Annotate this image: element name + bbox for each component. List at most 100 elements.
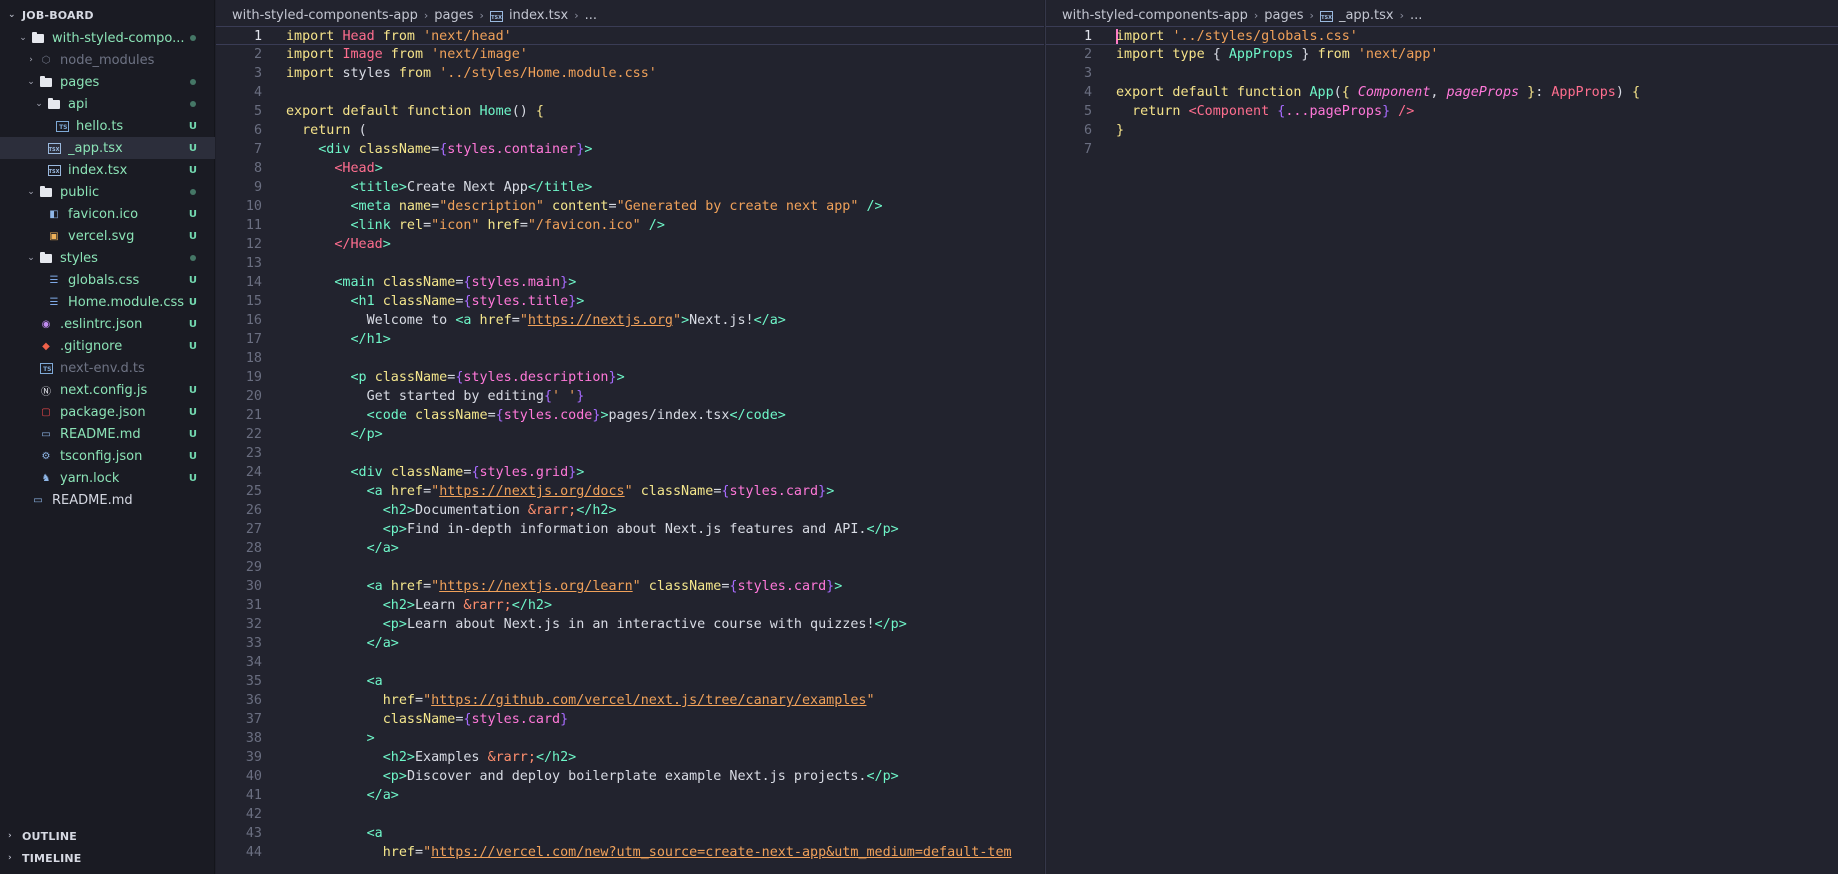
code-line[interactable]: 4 export default function App({ Component…: [1046, 83, 1838, 102]
code-area[interactable]: 1 import '../styles/globals.css' 2 import t…: [1046, 26, 1838, 159]
code-line[interactable]: 5 export default function Home() {: [216, 102, 1044, 121]
tree-file[interactable]: ◉ .eslintrc.json U: [0, 313, 215, 335]
code-line[interactable]: 25 <a href="https://nextjs.org/docs" cla…: [216, 482, 1044, 501]
code-line[interactable]: 38 >: [216, 729, 1044, 748]
tree-file[interactable]: ♞ yarn.lock U: [0, 467, 215, 489]
code-line[interactable]: 31 <h2>Learn &rarr;</h2>: [216, 596, 1044, 615]
tsx-icon-glyph: TSX: [47, 142, 61, 154]
tree-file[interactable]: ◧ favicon.ico U: [0, 203, 215, 225]
code-line[interactable]: 44 href="https://vercel.com/new?utm_sour…: [216, 843, 1044, 862]
ts-icon: TS: [38, 361, 54, 375]
breadcrumb-item[interactable]: _app.tsx: [1339, 8, 1394, 23]
tree-file[interactable]: TS hello.ts U: [0, 115, 215, 137]
code-line[interactable]: 39 <h2>Examples &rarr;</h2>: [216, 748, 1044, 767]
code-line[interactable]: 40 <p>Discover and deploy boilerplate ex…: [216, 767, 1044, 786]
tree-folder[interactable]: › ⬡ node_modules: [0, 49, 215, 71]
code-line[interactable]: 23: [216, 444, 1044, 463]
code-line[interactable]: 17 </h1>: [216, 330, 1044, 349]
code-text: </a>: [286, 539, 399, 558]
tree-file[interactable]: TSX _app.tsx U: [0, 137, 215, 159]
tree-file[interactable]: TS next-env.d.ts: [0, 357, 215, 379]
code-line[interactable]: 6}: [1046, 121, 1838, 140]
editor-pane-app[interactable]: with-styled-components-app › pages › TSX…: [1045, 0, 1838, 874]
code-line[interactable]: 15 <h1 className={styles.title}>: [216, 292, 1044, 311]
code-line[interactable]: 18: [216, 349, 1044, 368]
code-token: <p>: [382, 617, 407, 632]
breadcrumb-item[interactable]: ...: [1410, 8, 1422, 23]
code-line[interactable]: 11 <link rel="icon" href="/favicon.ico" …: [216, 216, 1044, 235]
tree-folder[interactable]: ⌄ public: [0, 181, 215, 203]
explorer-root-header[interactable]: ⌄ JOB-BOARD: [0, 4, 215, 26]
tsx-icon: TSX: [1319, 8, 1333, 23]
tree-file[interactable]: ☰ Home.module.css U: [0, 291, 215, 313]
code-line[interactable]: 42: [216, 805, 1044, 824]
code-line[interactable]: 6 return (: [216, 121, 1044, 140]
code-line[interactable]: 20 Get started by editing{' '}: [216, 387, 1044, 406]
tree-file[interactable]: ▣ vercel.svg U: [0, 225, 215, 247]
code-line[interactable]: 13: [216, 254, 1044, 273]
code-line[interactable]: 33 </a>: [216, 634, 1044, 653]
tree-folder[interactable]: ⌄ api: [0, 93, 215, 115]
code-line[interactable]: 2 import Image from 'next/image': [216, 45, 1044, 64]
tree-file[interactable]: ▢ package.json U: [0, 401, 215, 423]
breadcrumb-item[interactable]: with-styled-components-app: [1062, 8, 1248, 23]
code-line[interactable]: 3 import styles from '../styles/Home.modu…: [216, 64, 1044, 83]
tree-file[interactable]: Ⓝnext.config.js U: [0, 379, 215, 401]
tree-file[interactable]: ⚙ tsconfig.json U: [0, 445, 215, 467]
code-line[interactable]: 30 <a href="https://nextjs.org/learn" cl…: [216, 577, 1044, 596]
breadcrumb-item[interactable]: pages: [1264, 8, 1303, 23]
code-line[interactable]: 4: [216, 83, 1044, 102]
code-line[interactable]: 37 className={styles.card}: [216, 710, 1044, 729]
code-line[interactable]: 10 <meta name="description" content="Gen…: [216, 197, 1044, 216]
code-line[interactable]: 22 </p>: [216, 425, 1044, 444]
code-line[interactable]: 36 href="https://github.com/vercel/next.…: [216, 691, 1044, 710]
code-line[interactable]: 12 </Head>: [216, 235, 1044, 254]
code-line[interactable]: 2 import type { AppProps } from 'next/app…: [1046, 45, 1838, 64]
code-line[interactable]: 21 <code className={styles.code}>pages/i…: [216, 406, 1044, 425]
code-line[interactable]: 29: [216, 558, 1044, 577]
code-line[interactable]: 8 <Head>: [216, 159, 1044, 178]
breadcrumb-item[interactable]: ...: [585, 8, 597, 23]
code-area[interactable]: 1 import Head from 'next/head' 2 import Ima…: [216, 26, 1044, 862]
code-line[interactable]: 34: [216, 653, 1044, 672]
code-line[interactable]: 41 </a>: [216, 786, 1044, 805]
breadcrumb-item[interactable]: with-styled-components-app: [232, 8, 418, 23]
code-line[interactable]: 3: [1046, 64, 1838, 83]
code-token: >: [576, 294, 585, 309]
code-line[interactable]: 27 <p>Find in-depth information about Ne…: [216, 520, 1044, 539]
code-line[interactable]: 19 <p className={styles.description}>: [216, 368, 1044, 387]
code-token: '../styles/Home.module.css': [439, 66, 657, 81]
code-line[interactable]: 1 import '../styles/globals.css': [1046, 26, 1838, 45]
code-line[interactable]: 24 <div className={styles.grid}>: [216, 463, 1044, 482]
tree-folder[interactable]: ⌄ styles: [0, 247, 215, 269]
tree-file[interactable]: TSX index.tsx U: [0, 159, 215, 181]
code-line[interactable]: 28 </a>: [216, 539, 1044, 558]
tree-folder[interactable]: ⌄ pages: [0, 71, 215, 93]
code-line[interactable]: 5 return <Component {...pageProps} />: [1046, 102, 1838, 121]
code-line[interactable]: 35 <a: [216, 672, 1044, 691]
tree-file[interactable]: ▭ README.md: [0, 489, 215, 511]
editor-pane-index[interactable]: with-styled-components-app › pages › TSX…: [216, 0, 1044, 874]
code-line[interactable]: 32 <p>Learn about Next.js in an interact…: [216, 615, 1044, 634]
breadcrumb-item[interactable]: index.tsx: [509, 8, 568, 23]
tree-folder[interactable]: ⌄ with-styled-compo...: [0, 27, 215, 49]
code-line[interactable]: 43 <a: [216, 824, 1044, 843]
timeline-section[interactable]: › TIMELINE: [0, 847, 215, 869]
code-line[interactable]: 7: [1046, 140, 1838, 159]
code-line[interactable]: 9 <title>Create Next App</title>: [216, 178, 1044, 197]
tree-item-label: package.json: [60, 404, 146, 420]
breadcrumb-item[interactable]: pages: [434, 8, 473, 23]
tree-file[interactable]: ▭ README.md U: [0, 423, 215, 445]
code-text: <a: [286, 672, 383, 691]
code-token: </code>: [729, 408, 786, 423]
tree-file[interactable]: ◆ .gitignore U: [0, 335, 215, 357]
code-token: import: [286, 66, 343, 81]
code-line[interactable]: 1 import Head from 'next/head': [216, 26, 1044, 45]
tree-file[interactable]: ☰ globals.css U: [0, 269, 215, 291]
code-token: "Generated by create next app": [616, 199, 859, 214]
outline-section[interactable]: › OUTLINE: [0, 825, 215, 847]
code-line[interactable]: 26 <h2>Documentation &rarr;</h2>: [216, 501, 1044, 520]
code-line[interactable]: 7 <div className={styles.container}>: [216, 140, 1044, 159]
code-line[interactable]: 16 Welcome to <a href="https://nextjs.or…: [216, 311, 1044, 330]
code-line[interactable]: 14 <main className={styles.main}>: [216, 273, 1044, 292]
